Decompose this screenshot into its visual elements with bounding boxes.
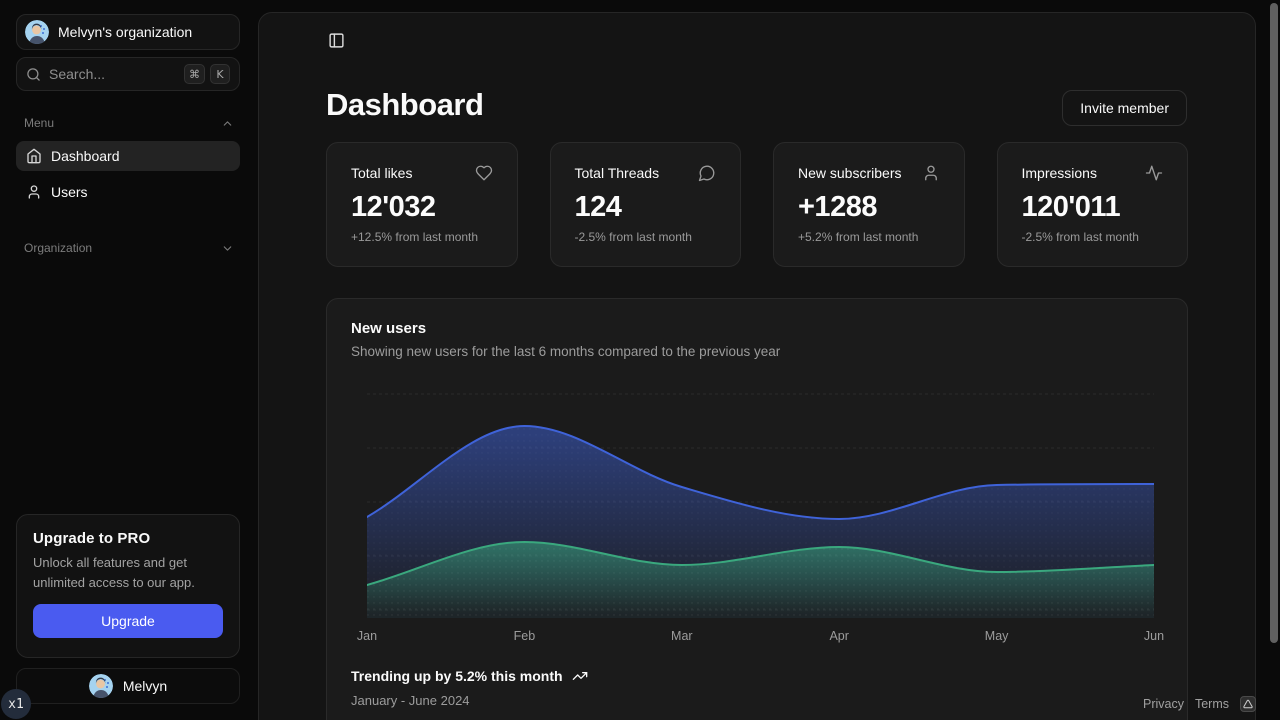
sidebar-item-users[interactable]: Users <box>16 177 240 207</box>
organization-section-header: Organization <box>24 241 234 255</box>
invite-member-button[interactable]: Invite member <box>1062 90 1187 126</box>
stat-value: 120'011 <box>1022 191 1164 224</box>
chart-x-axis: JanFebMarAprMayJun <box>367 629 1154 643</box>
chevron-down-icon[interactable] <box>221 242 234 255</box>
user-avatar <box>89 674 113 698</box>
stat-change: +12.5% from last month <box>351 230 493 244</box>
upgrade-title: Upgrade to PRO <box>33 530 223 547</box>
x-axis-label: Feb <box>514 629 536 643</box>
chevron-up-icon[interactable] <box>221 117 234 130</box>
panel-left-icon <box>328 32 345 49</box>
page-scrollbar[interactable] <box>1270 3 1278 643</box>
stats-row: Total likes 12'032 +12.5% from last mont… <box>326 142 1188 267</box>
heart-icon <box>475 164 493 182</box>
stat-card-total-likes: Total likes 12'032 +12.5% from last mont… <box>326 142 518 267</box>
stat-card-new-subscribers: New subscribers +1288 +5.2% from last mo… <box>773 142 965 267</box>
search-placeholder: Search... <box>49 66 105 82</box>
terms-link[interactable]: Terms <box>1195 697 1229 711</box>
stat-label: Total likes <box>351 165 412 181</box>
x-axis-label: May <box>985 629 1009 643</box>
stat-label: Impressions <box>1022 165 1097 181</box>
x-axis-label: Apr <box>829 629 848 643</box>
new-users-chart-card: New users Showing new users for the last… <box>326 298 1188 720</box>
message-icon <box>698 164 716 182</box>
user-icon <box>26 184 42 200</box>
page-title: Dashboard <box>326 87 483 123</box>
stat-label: Total Threads <box>575 165 660 181</box>
upgrade-button[interactable]: Upgrade <box>33 604 223 638</box>
x-axis-label: Jan <box>357 629 377 643</box>
org-switcher[interactable]: Melvyn's organization <box>16 14 240 50</box>
search-input[interactable]: Search... ⌘ K <box>16 57 240 91</box>
stat-value: 12'032 <box>351 191 493 224</box>
privacy-link[interactable]: Privacy <box>1143 697 1184 711</box>
captcha-badge[interactable] <box>1240 696 1256 712</box>
stat-change: -2.5% from last month <box>1022 230 1164 244</box>
activity-icon <box>1145 164 1163 182</box>
menu-section-header: Menu <box>24 116 234 130</box>
triangle-icon <box>1243 699 1253 709</box>
org-name: Melvyn's organization <box>58 24 192 40</box>
upgrade-card: Upgrade to PRO Unlock all features and g… <box>16 514 240 658</box>
sidebar-toggle-button[interactable] <box>322 26 350 54</box>
trending-up-icon <box>572 668 588 684</box>
chart-subtitle: Showing new users for the last 6 months … <box>351 344 780 359</box>
stat-card-impressions: Impressions 120'011 -2.5% from last mont… <box>997 142 1189 267</box>
sidebar: Melvyn's organization Search... ⌘ K Menu… <box>0 0 258 720</box>
chart-title: New users <box>351 320 426 337</box>
x-axis-label: Mar <box>671 629 693 643</box>
legal-footer: Privacy Terms <box>1143 696 1256 712</box>
cmd-key: ⌘ <box>184 64 205 84</box>
user-menu[interactable]: Melvyn <box>16 668 240 704</box>
org-avatar <box>25 20 49 44</box>
stat-change: -2.5% from last month <box>575 230 717 244</box>
upgrade-description: Unlock all features and get unlimited ac… <box>33 553 223 593</box>
user-name: Melvyn <box>123 678 167 694</box>
chart-footer-trend: Trending up by 5.2% this month <box>351 668 588 684</box>
menu-section-label: Menu <box>24 116 54 130</box>
stat-value: 124 <box>575 191 717 224</box>
stat-label: New subscribers <box>798 165 901 181</box>
stat-card-total-threads: Total Threads 124 -2.5% from last month <box>550 142 742 267</box>
k-key: K <box>210 64 230 84</box>
sidebar-item-dashboard[interactable]: Dashboard <box>16 141 240 171</box>
stat-value: +1288 <box>798 191 940 224</box>
trend-text: Trending up by 5.2% this month <box>351 668 563 684</box>
organization-section-label: Organization <box>24 241 92 255</box>
x-axis-label: Jun <box>1144 629 1164 643</box>
main-panel: Dashboard Invite member Total likes 12'0… <box>258 12 1256 720</box>
chart-footer-range: January - June 2024 <box>351 693 470 708</box>
area-chart <box>367 392 1154 618</box>
search-icon <box>26 67 41 82</box>
user-icon <box>922 164 940 182</box>
corner-badge: x1 <box>1 689 31 719</box>
sidebar-item-label: Users <box>51 184 88 200</box>
home-icon <box>26 148 42 164</box>
stat-change: +5.2% from last month <box>798 230 940 244</box>
search-shortcut: ⌘ K <box>184 64 230 84</box>
app-root: Melvyn's organization Search... ⌘ K Menu… <box>0 0 1280 720</box>
sidebar-item-label: Dashboard <box>51 148 120 164</box>
